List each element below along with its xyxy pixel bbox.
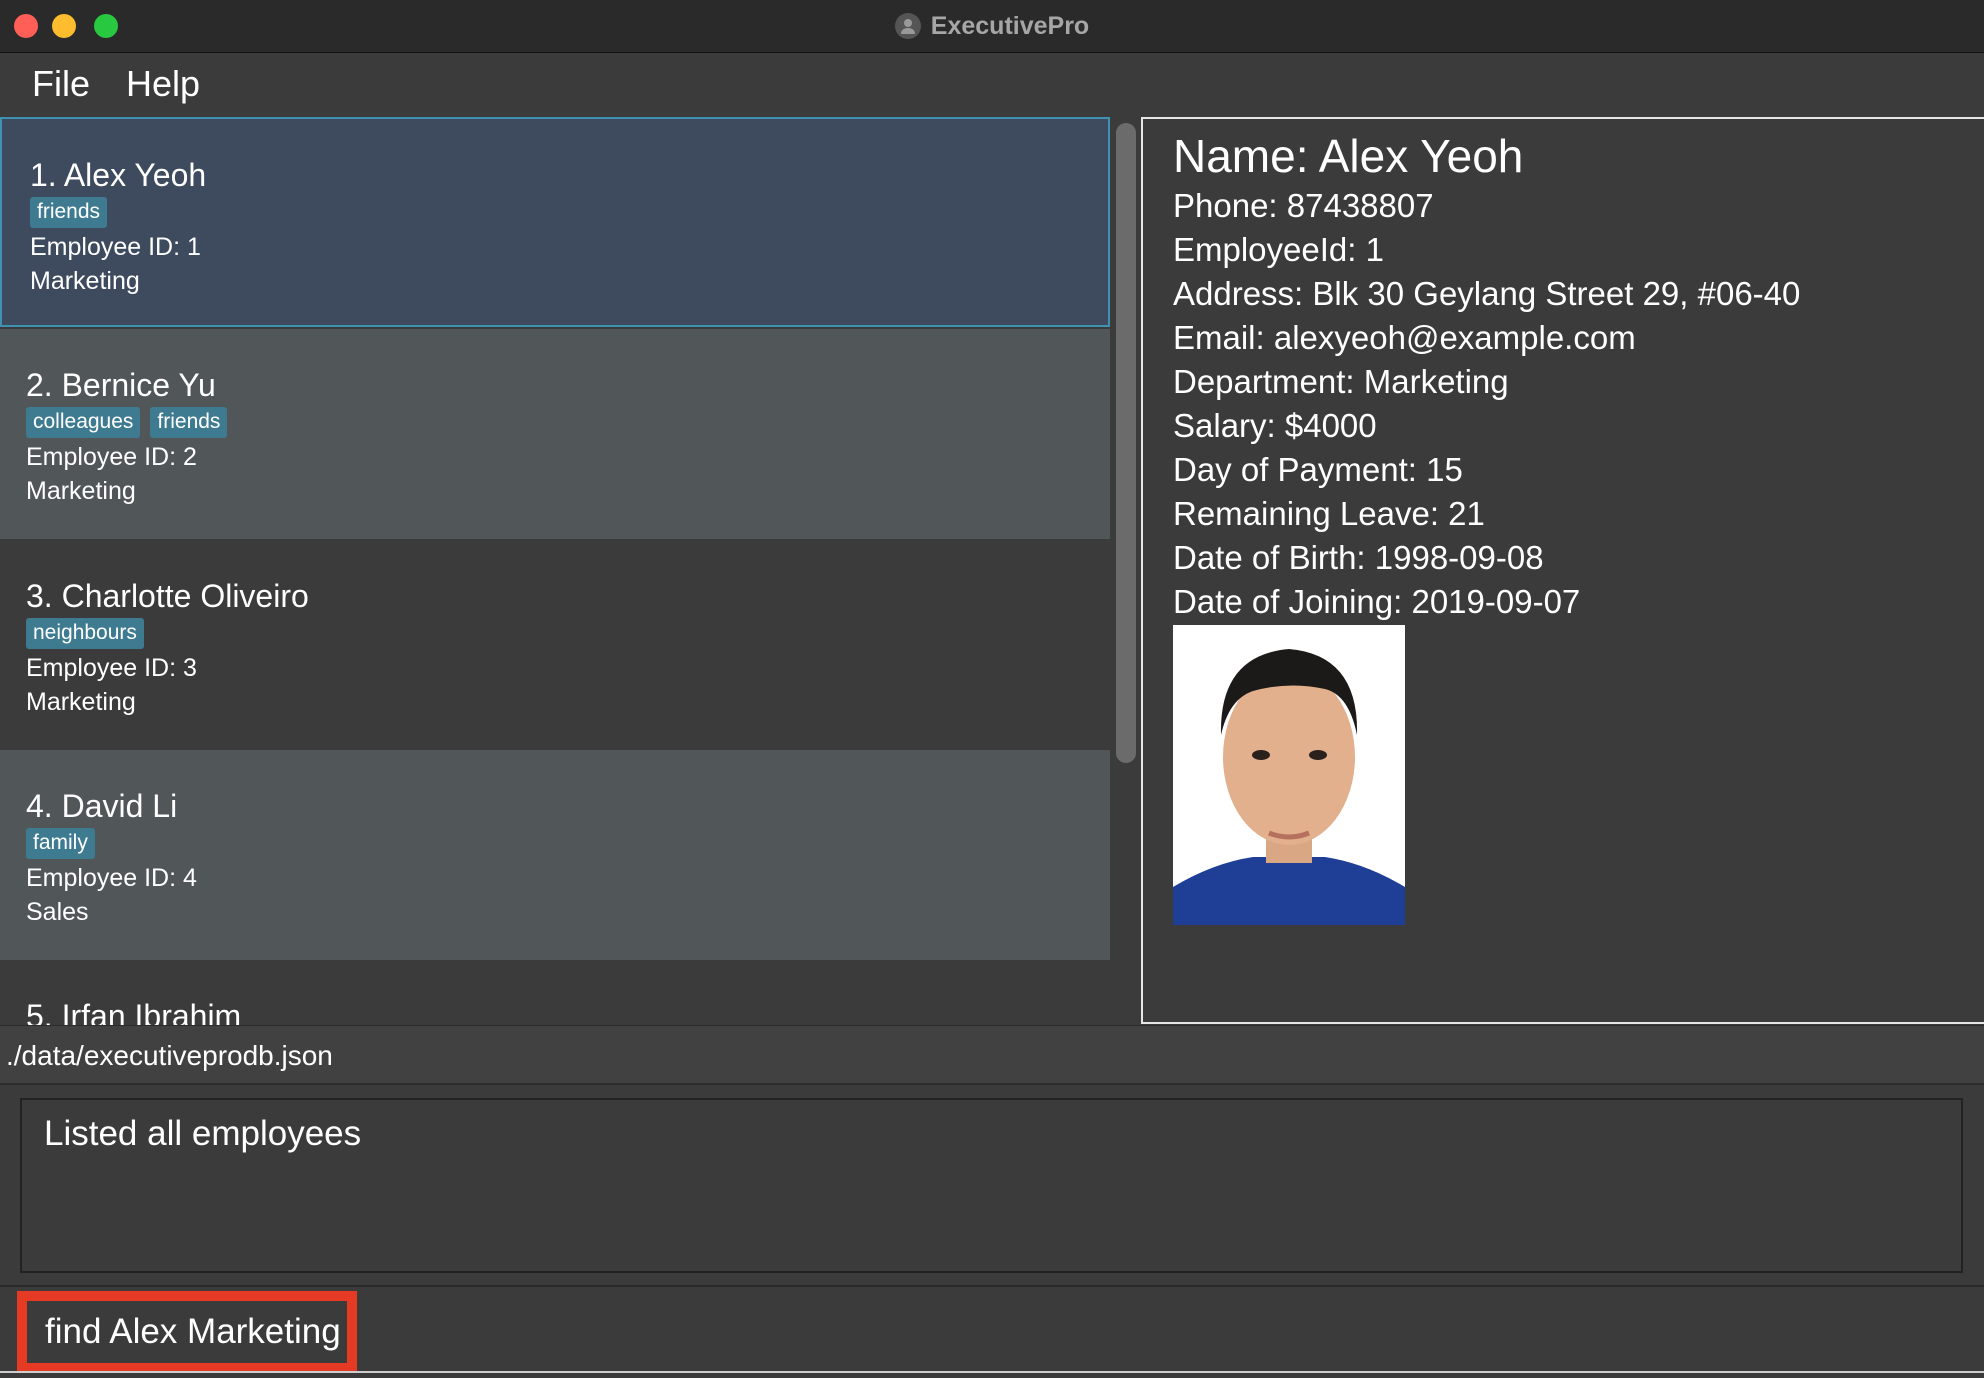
tag-list: friends <box>30 197 108 228</box>
tag-list: family <box>26 828 95 859</box>
employee-card-2[interactable]: 2. Bernice Yu colleagues friends Employe… <box>0 329 1110 539</box>
result-message: Listed all employees <box>44 1114 362 1153</box>
employee-detail-panel: Name: Alex Yeoh Phone: 87438807 Employee… <box>1141 117 1984 1024</box>
menu-bar: File Help <box>0 53 1984 115</box>
detail-phone: Phone: 87438807 <box>1173 187 1434 224</box>
employee-name: 4. David Li <box>26 788 178 824</box>
window-title: ExecutivePro <box>930 11 1090 40</box>
detail-name: Name: Alex Yeoh <box>1173 130 1524 182</box>
employee-card-3[interactable]: 3. Charlotte Oliveiro neighbours Employe… <box>0 540 1110 750</box>
employee-card-5[interactable]: 5. Irfan Ibrahim <box>0 960 1110 1025</box>
command-box <box>0 1285 1984 1378</box>
employee-id: Employee ID: 3 <box>26 654 197 682</box>
employee-name: 5. Irfan Ibrahim <box>26 998 242 1025</box>
employee-id: Employee ID: 4 <box>26 864 197 892</box>
tag: friends <box>150 407 228 438</box>
tag: friends <box>30 197 108 228</box>
command-input[interactable] <box>17 1291 357 1373</box>
detail-employee-id: EmployeeId: 1 <box>1173 231 1384 268</box>
file-path: ./data/executiveprodb.json <box>6 1040 333 1071</box>
person-icon <box>894 13 921 39</box>
employee-department: Sales <box>26 898 89 926</box>
scroll-thumb[interactable] <box>1116 123 1136 763</box>
tag: family <box>26 828 95 859</box>
menu-help[interactable]: Help <box>122 61 204 107</box>
tag-list: colleagues friends <box>26 407 228 438</box>
employee-name: 1. Alex Yeoh <box>30 157 207 193</box>
employee-name: 3. Charlotte Oliveiro <box>26 578 309 614</box>
detail-date-of-joining: Date of Joining: 2019-09-07 <box>1173 583 1581 620</box>
detail-address: Address: Blk 30 Geylang Street 29, #06-4… <box>1173 275 1801 312</box>
list-scrollbar[interactable] <box>1110 115 1142 1025</box>
menu-file[interactable]: File <box>28 61 94 107</box>
tag: colleagues <box>26 407 141 438</box>
tag: neighbours <box>26 618 144 649</box>
title-bar: ExecutivePro <box>0 0 1984 53</box>
employee-department: Marketing <box>26 477 136 505</box>
detail-department: Department: Marketing <box>1173 363 1509 400</box>
command-underline <box>0 1371 1984 1373</box>
detail-remaining-leave: Remaining Leave: 21 <box>1173 495 1485 532</box>
employee-department: Marketing <box>26 688 136 716</box>
employee-id: Employee ID: 2 <box>26 443 197 471</box>
employee-card-4[interactable]: 4. David Li family Employee ID: 4 Sales <box>0 750 1110 960</box>
employee-photo <box>1173 625 1405 925</box>
detail-salary: Salary: $4000 <box>1173 407 1377 444</box>
employee-id: Employee ID: 1 <box>30 233 201 261</box>
employee-card-1[interactable]: 1. Alex Yeoh friends Employee ID: 1 Mark… <box>0 117 1110 327</box>
detail-email: Email: alexyeoh@example.com <box>1173 319 1636 356</box>
window-title-group: ExecutivePro <box>0 0 1984 52</box>
status-bar: ./data/executiveprodb.json <box>0 1025 1984 1085</box>
employee-department: Marketing <box>30 267 140 295</box>
tag-list: neighbours <box>26 618 144 649</box>
detail-day-of-payment: Day of Payment: 15 <box>1173 451 1463 488</box>
result-display: Listed all employees <box>20 1098 1963 1273</box>
detail-date-of-birth: Date of Birth: 1998-09-08 <box>1173 539 1544 576</box>
employee-list[interactable]: 1. Alex Yeoh friends Employee ID: 1 Mark… <box>0 115 1110 1025</box>
employee-name: 2. Bernice Yu <box>26 367 216 403</box>
